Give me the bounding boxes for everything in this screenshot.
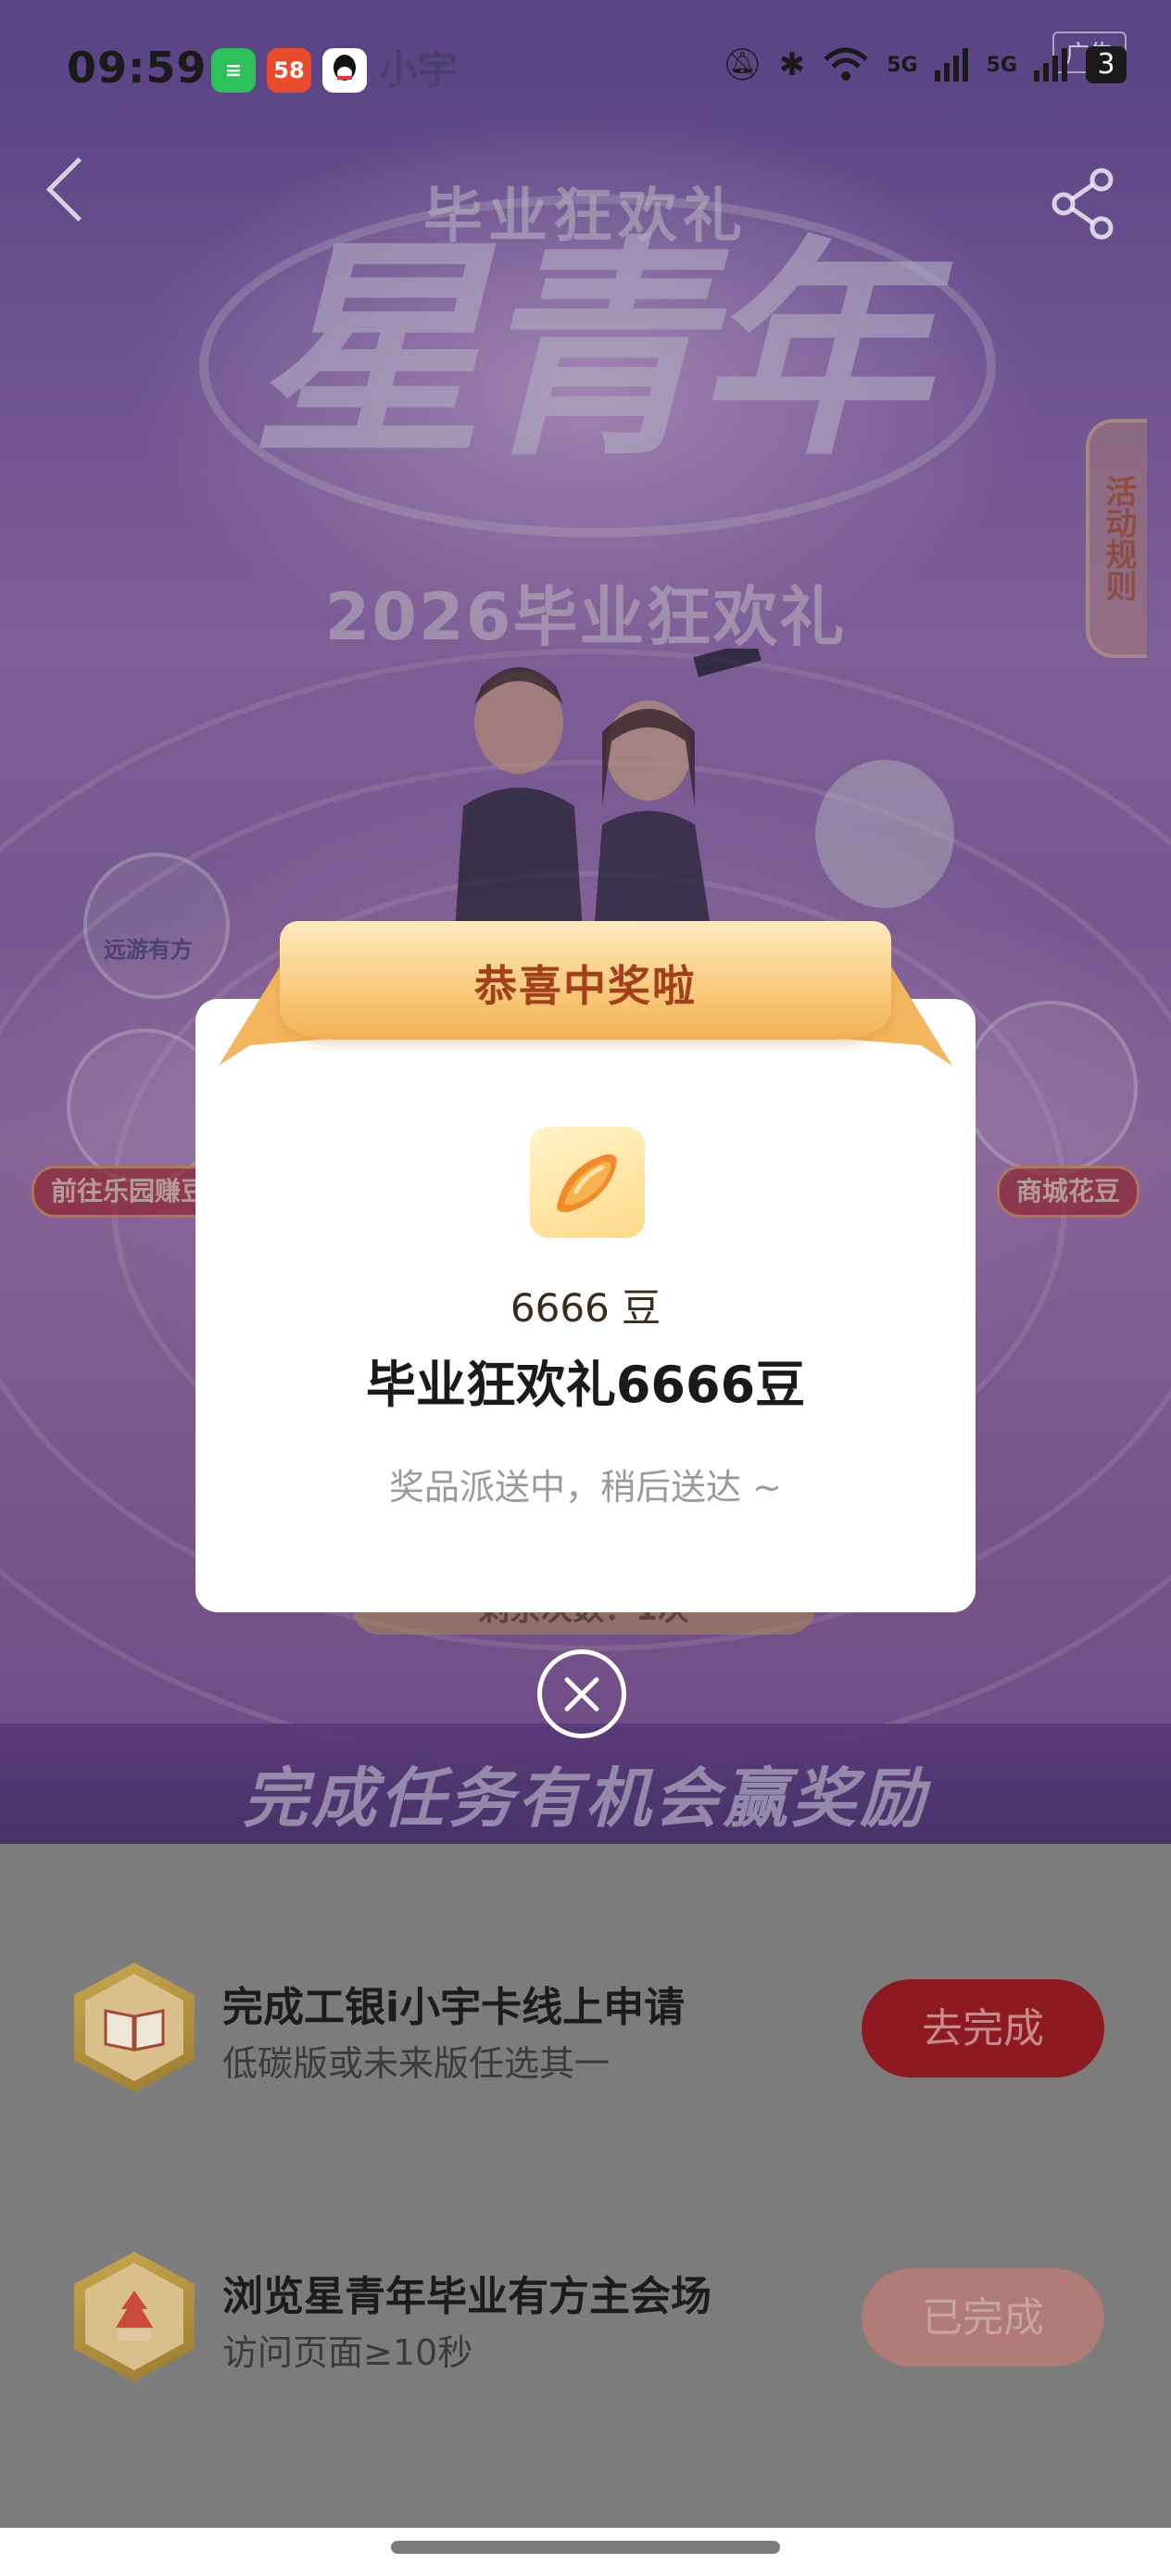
task-title: 完成工银i小宇卡线上申请 [222, 1984, 686, 2031]
app-58-icon: 58 [267, 48, 311, 93]
network-5g-1: 5G [887, 53, 918, 77]
task-icon [74, 1963, 195, 2092]
wifi-icon [824, 47, 868, 81]
chat-app-icon: ≡ [211, 48, 256, 93]
venue-icon [116, 2291, 153, 2341]
bluetooth-icon: ✱ [778, 46, 806, 83]
delivery-note: 奖品派送中，稍后送达 ~ [389, 1467, 782, 1508]
home-indicator[interactable] [391, 2541, 780, 2554]
prize-name: 毕业狂欢礼6666豆 [365, 1356, 806, 1414]
prize-quantity: 6666 豆 [510, 1285, 661, 1331]
book-icon [104, 2009, 165, 2052]
dialog-title: 恭喜中奖啦 [474, 961, 697, 1011]
bean-icon [530, 1127, 645, 1238]
qq-icon [322, 48, 367, 93]
task-list: 完成工银i小宇卡线上申请 低碳版或未来版任选其一 去完成 浏览星青年毕业有方主会… [0, 1844, 1171, 2530]
brand-text: i 小宇 [352, 47, 458, 93]
task-title: 浏览星青年毕业有方主会场 [222, 2273, 711, 2320]
signal-icon [934, 48, 968, 82]
mute-icon: 🔕︎ [722, 46, 762, 83]
share-icon[interactable] [1051, 167, 1115, 241]
signal-icon [1034, 48, 1067, 82]
task-subtitle: 访问页面≥10秒 [222, 2332, 473, 2373]
task-item: 浏览星青年毕业有方主会场 访问页面≥10秒 已完成 [0, 2242, 1171, 2428]
battery-indicator: 3 [1086, 46, 1127, 83]
task-item: 完成工银i小宇卡线上申请 低碳版或未来版任选其一 去完成 [0, 1953, 1171, 2139]
status-time: 09:59 [67, 43, 208, 93]
task-icon [74, 2252, 195, 2381]
status-app-icons: ≡ 58 [211, 48, 367, 93]
status-indicators: 🔕︎ ✱ 5G 5G 3 [723, 46, 1127, 83]
completed-button[interactable]: 已完成 [862, 2268, 1104, 2367]
go-complete-button[interactable]: 去完成 [862, 1979, 1104, 2077]
network-5g-2: 5G [986, 53, 1017, 77]
close-dialog-icon[interactable] [537, 1649, 626, 1738]
task-subtitle: 低碳版或未来版任选其一 [222, 2043, 611, 2084]
